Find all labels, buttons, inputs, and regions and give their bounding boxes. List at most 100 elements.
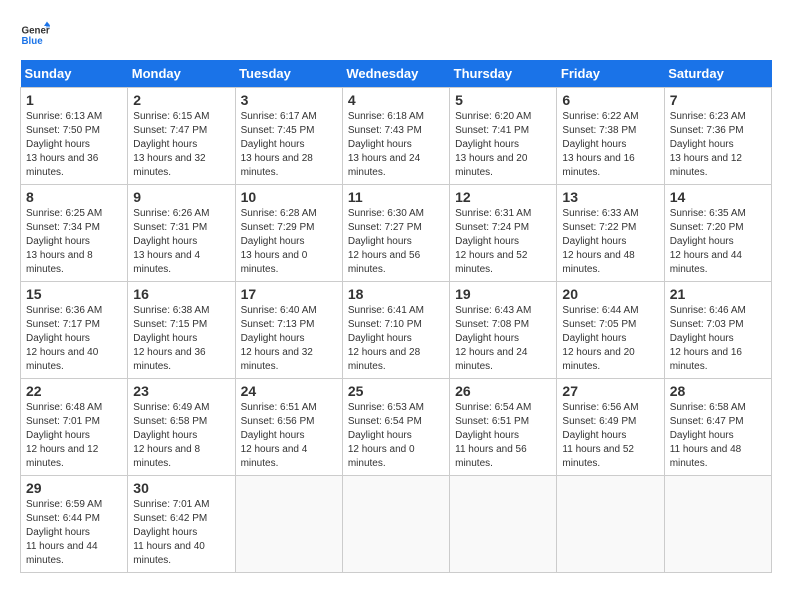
day-number: 18 [348, 286, 444, 302]
sunrise-label: Sunrise: 6:28 AM [241, 208, 317, 219]
cell-content: Sunrise: 6:15 AM Sunset: 7:47 PM Dayligh… [133, 110, 229, 180]
calendar-cell: 6 Sunrise: 6:22 AM Sunset: 7:38 PM Dayli… [557, 88, 664, 185]
sunset-label: Sunset: 7:24 PM [455, 222, 529, 233]
cell-content: Sunrise: 6:59 AM Sunset: 6:44 PM Dayligh… [26, 498, 122, 568]
calendar-cell: 25 Sunrise: 6:53 AM Sunset: 6:54 PM Dayl… [342, 379, 449, 476]
daylight-value: 12 hours and 0 minutes. [348, 444, 415, 469]
day-number: 12 [455, 189, 551, 205]
day-number: 5 [455, 92, 551, 108]
daylight-value: 12 hours and 48 minutes. [562, 250, 634, 275]
calendar-cell [557, 476, 664, 573]
daylight-value: 13 hours and 36 minutes. [26, 153, 98, 178]
sunset-label: Sunset: 6:54 PM [348, 416, 422, 427]
cell-content: Sunrise: 6:20 AM Sunset: 7:41 PM Dayligh… [455, 110, 551, 180]
cell-content: Sunrise: 6:23 AM Sunset: 7:36 PM Dayligh… [670, 110, 766, 180]
cell-content: Sunrise: 6:18 AM Sunset: 7:43 PM Dayligh… [348, 110, 444, 180]
calendar-table: SundayMondayTuesdayWednesdayThursdayFrid… [20, 60, 772, 573]
daylight-label: Daylight hours [241, 139, 305, 150]
sunrise-label: Sunrise: 6:40 AM [241, 305, 317, 316]
logo: General Blue [20, 20, 50, 50]
sunset-label: Sunset: 6:58 PM [133, 416, 207, 427]
daylight-label: Daylight hours [455, 430, 519, 441]
daylight-value: 13 hours and 0 minutes. [241, 250, 308, 275]
logo-icon: General Blue [20, 20, 50, 50]
day-number: 1 [26, 92, 122, 108]
daylight-value: 12 hours and 4 minutes. [241, 444, 308, 469]
cell-content: Sunrise: 6:17 AM Sunset: 7:45 PM Dayligh… [241, 110, 337, 180]
calendar-cell [235, 476, 342, 573]
daylight-value: 13 hours and 28 minutes. [241, 153, 313, 178]
calendar-cell: 12 Sunrise: 6:31 AM Sunset: 7:24 PM Dayl… [450, 185, 557, 282]
weekday-header-saturday: Saturday [664, 60, 771, 88]
daylight-value: 12 hours and 12 minutes. [26, 444, 98, 469]
calendar-cell: 14 Sunrise: 6:35 AM Sunset: 7:20 PM Dayl… [664, 185, 771, 282]
day-number: 21 [670, 286, 766, 302]
cell-content: Sunrise: 6:30 AM Sunset: 7:27 PM Dayligh… [348, 207, 444, 277]
day-number: 26 [455, 383, 551, 399]
daylight-label: Daylight hours [562, 333, 626, 344]
sunrise-label: Sunrise: 6:33 AM [562, 208, 638, 219]
day-number: 23 [133, 383, 229, 399]
header: General Blue [20, 20, 772, 50]
cell-content: Sunrise: 6:56 AM Sunset: 6:49 PM Dayligh… [562, 401, 658, 471]
sunrise-label: Sunrise: 6:54 AM [455, 402, 531, 413]
sunrise-label: Sunrise: 6:44 AM [562, 305, 638, 316]
week-row-5: 29 Sunrise: 6:59 AM Sunset: 6:44 PM Dayl… [21, 476, 772, 573]
day-number: 9 [133, 189, 229, 205]
sunrise-label: Sunrise: 6:13 AM [26, 111, 102, 122]
daylight-value: 13 hours and 20 minutes. [455, 153, 527, 178]
daylight-value: 13 hours and 12 minutes. [670, 153, 742, 178]
daylight-label: Daylight hours [562, 139, 626, 150]
daylight-value: 12 hours and 44 minutes. [670, 250, 742, 275]
calendar-cell: 20 Sunrise: 6:44 AM Sunset: 7:05 PM Dayl… [557, 282, 664, 379]
weekday-header-thursday: Thursday [450, 60, 557, 88]
calendar-cell: 2 Sunrise: 6:15 AM Sunset: 7:47 PM Dayli… [128, 88, 235, 185]
day-number: 7 [670, 92, 766, 108]
sunset-label: Sunset: 7:15 PM [133, 319, 207, 330]
sunrise-label: Sunrise: 6:59 AM [26, 499, 102, 510]
sunset-label: Sunset: 7:47 PM [133, 125, 207, 136]
sunset-label: Sunset: 7:17 PM [26, 319, 100, 330]
daylight-label: Daylight hours [133, 430, 197, 441]
day-number: 15 [26, 286, 122, 302]
cell-content: Sunrise: 6:35 AM Sunset: 7:20 PM Dayligh… [670, 207, 766, 277]
daylight-value: 11 hours and 52 minutes. [562, 444, 634, 469]
calendar-cell: 9 Sunrise: 6:26 AM Sunset: 7:31 PM Dayli… [128, 185, 235, 282]
daylight-value: 13 hours and 24 minutes. [348, 153, 420, 178]
week-row-4: 22 Sunrise: 6:48 AM Sunset: 7:01 PM Dayl… [21, 379, 772, 476]
daylight-value: 12 hours and 56 minutes. [348, 250, 420, 275]
cell-content: Sunrise: 6:58 AM Sunset: 6:47 PM Dayligh… [670, 401, 766, 471]
day-number: 10 [241, 189, 337, 205]
sunset-label: Sunset: 7:22 PM [562, 222, 636, 233]
sunset-label: Sunset: 7:43 PM [348, 125, 422, 136]
calendar-cell: 16 Sunrise: 6:38 AM Sunset: 7:15 PM Dayl… [128, 282, 235, 379]
sunrise-label: Sunrise: 6:38 AM [133, 305, 209, 316]
sunset-label: Sunset: 7:10 PM [348, 319, 422, 330]
sunrise-label: Sunrise: 6:17 AM [241, 111, 317, 122]
day-number: 28 [670, 383, 766, 399]
day-number: 16 [133, 286, 229, 302]
cell-content: Sunrise: 6:40 AM Sunset: 7:13 PM Dayligh… [241, 304, 337, 374]
sunrise-label: Sunrise: 6:30 AM [348, 208, 424, 219]
sunrise-label: Sunrise: 6:35 AM [670, 208, 746, 219]
daylight-label: Daylight hours [241, 333, 305, 344]
daylight-label: Daylight hours [241, 236, 305, 247]
calendar-cell: 29 Sunrise: 6:59 AM Sunset: 6:44 PM Dayl… [21, 476, 128, 573]
daylight-value: 12 hours and 24 minutes. [455, 347, 527, 372]
weekday-header-wednesday: Wednesday [342, 60, 449, 88]
sunrise-label: Sunrise: 6:41 AM [348, 305, 424, 316]
calendar-cell: 30 Sunrise: 7:01 AM Sunset: 6:42 PM Dayl… [128, 476, 235, 573]
daylight-value: 12 hours and 36 minutes. [133, 347, 205, 372]
sunrise-label: Sunrise: 6:43 AM [455, 305, 531, 316]
calendar-cell: 21 Sunrise: 6:46 AM Sunset: 7:03 PM Dayl… [664, 282, 771, 379]
sunset-label: Sunset: 6:42 PM [133, 513, 207, 524]
cell-content: Sunrise: 6:13 AM Sunset: 7:50 PM Dayligh… [26, 110, 122, 180]
daylight-value: 11 hours and 44 minutes. [26, 541, 98, 566]
cell-content: Sunrise: 6:44 AM Sunset: 7:05 PM Dayligh… [562, 304, 658, 374]
cell-content: Sunrise: 6:26 AM Sunset: 7:31 PM Dayligh… [133, 207, 229, 277]
calendar-cell: 15 Sunrise: 6:36 AM Sunset: 7:17 PM Dayl… [21, 282, 128, 379]
sunrise-label: Sunrise: 6:25 AM [26, 208, 102, 219]
daylight-label: Daylight hours [562, 430, 626, 441]
day-number: 30 [133, 480, 229, 496]
sunrise-label: Sunrise: 6:56 AM [562, 402, 638, 413]
